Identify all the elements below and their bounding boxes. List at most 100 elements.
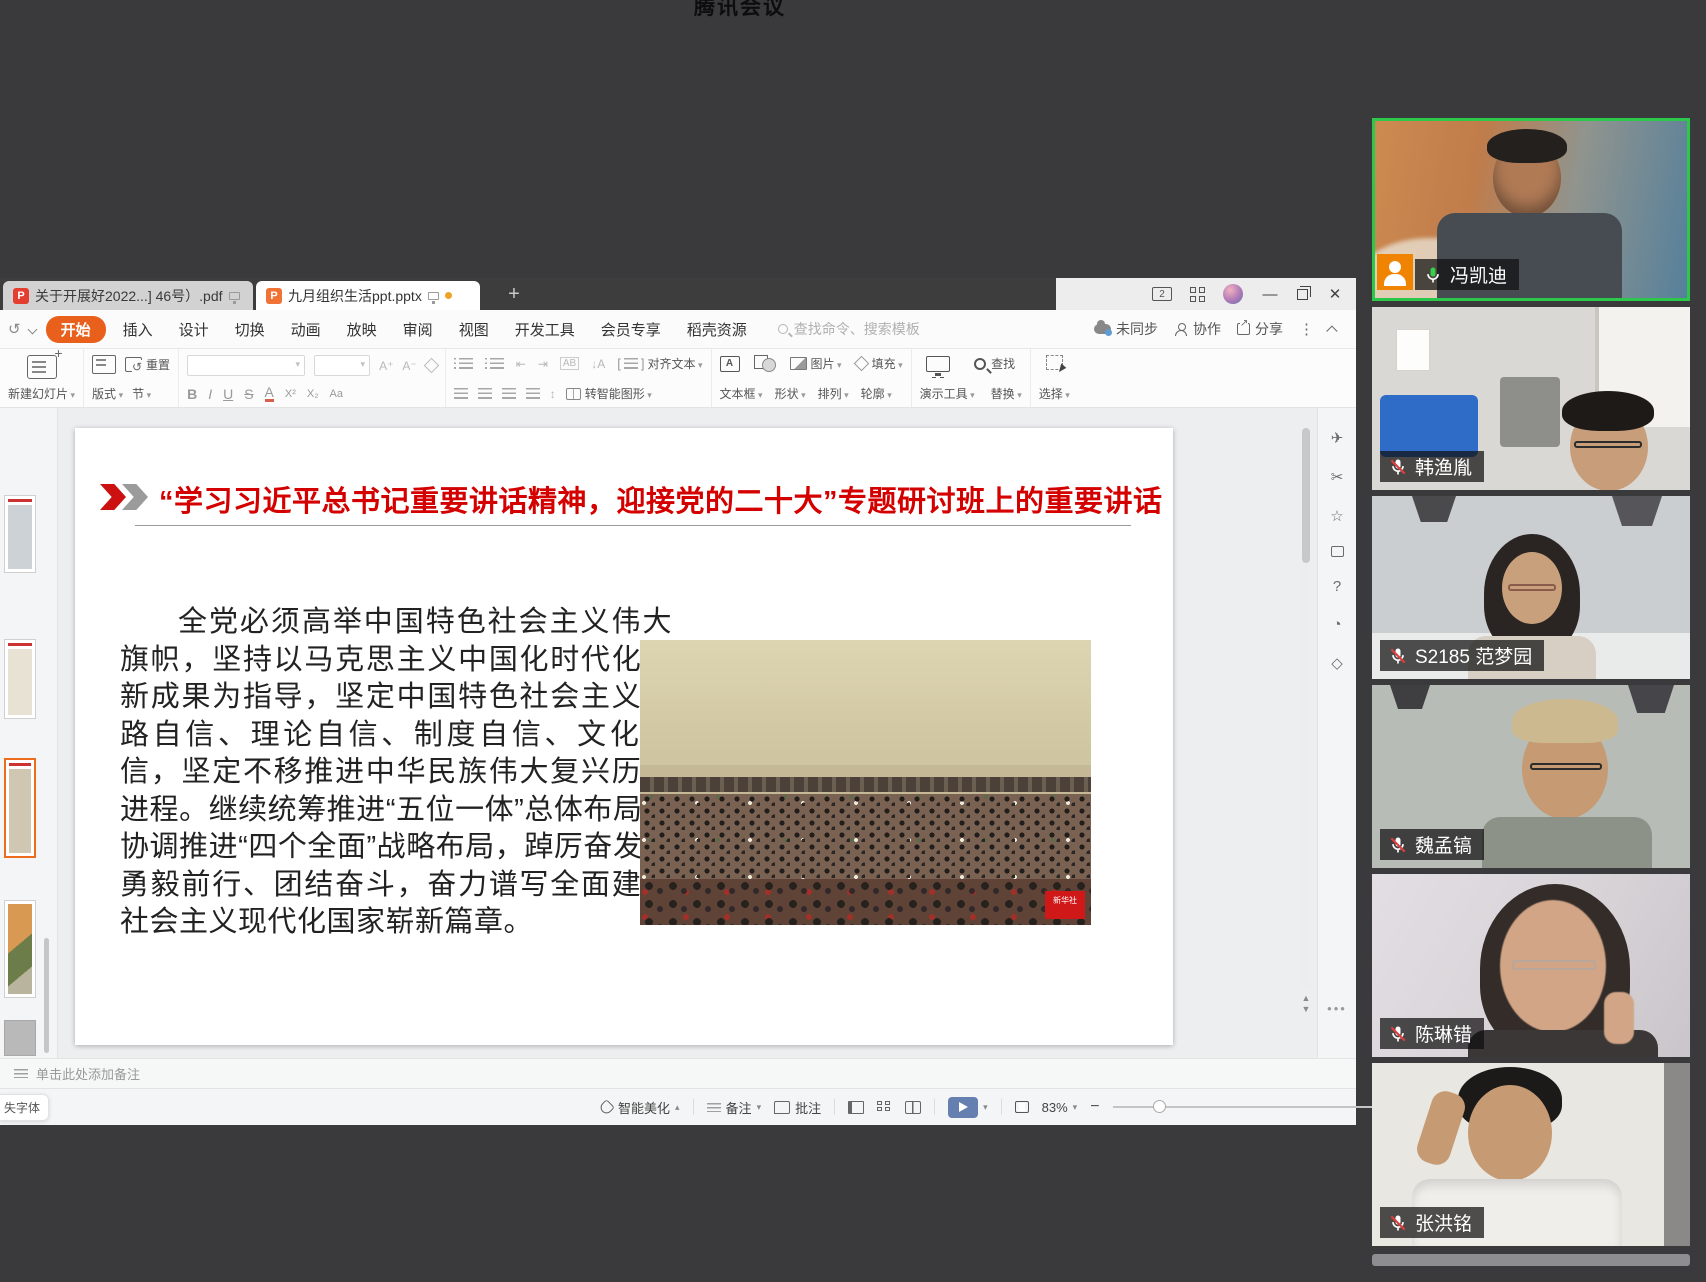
account-avatar[interactable]	[1223, 284, 1243, 304]
collaborate-button[interactable]: 协作	[1174, 319, 1221, 339]
menu-devtools[interactable]: 开发工具	[502, 315, 588, 344]
align-text-button[interactable]: [] 对齐文本	[617, 355, 702, 372]
canvas-scrollbar[interactable]	[1302, 428, 1310, 988]
layout-icon[interactable]	[92, 355, 116, 374]
menu-slideshow[interactable]: 放映	[334, 315, 390, 344]
slide-thumbnail-3-current[interactable]	[4, 758, 36, 858]
window-panel-icon[interactable]	[1331, 546, 1344, 557]
underline-button[interactable]: U	[223, 386, 233, 402]
collapse-ribbon-icon[interactable]	[1326, 325, 1337, 336]
font-color-button[interactable]: A	[265, 386, 274, 402]
font-name-select[interactable]	[187, 355, 305, 376]
comments-button[interactable]: 批注	[774, 1098, 821, 1117]
reading-view-button[interactable]	[905, 1101, 921, 1114]
menu-view[interactable]: 视图	[446, 315, 502, 344]
fit-slide-button[interactable]	[1015, 1101, 1029, 1113]
shapes-icon[interactable]	[754, 355, 776, 372]
menu-design[interactable]: 设计	[166, 315, 222, 344]
align-left-icon[interactable]	[454, 388, 468, 399]
align-center-icon[interactable]	[478, 388, 492, 399]
zoom-slider[interactable]	[1113, 1106, 1383, 1108]
minimize-button[interactable]: —	[1261, 286, 1279, 303]
comment-icon[interactable]: ◔	[1318, 616, 1356, 633]
decrease-indent-icon[interactable]: ⇤	[516, 357, 526, 371]
picture-button[interactable]: 图片	[790, 355, 842, 372]
menu-membership[interactable]: 会员专享	[588, 315, 674, 344]
menu-docer[interactable]: 稻壳资源	[674, 315, 760, 344]
menu-insert[interactable]: 插入	[110, 315, 166, 344]
find-button[interactable]: 查找	[974, 355, 1015, 372]
participant-tile-6[interactable]: 张洪铭	[1372, 1063, 1690, 1246]
line-spacing-icon[interactable]: ↕	[550, 387, 556, 401]
share-button[interactable]: 分享	[1237, 319, 1283, 339]
textbox-button[interactable]: 文本框	[720, 385, 763, 402]
menu-animation[interactable]: 动画	[278, 315, 334, 344]
participant-tile-4[interactable]: 魏孟镐	[1372, 685, 1690, 868]
help-icon[interactable]: ?	[1318, 578, 1356, 595]
select-button[interactable]: 选择	[1039, 385, 1070, 402]
shrink-font-icon[interactable]: A⁻	[402, 359, 416, 373]
italic-button[interactable]: I	[208, 386, 212, 402]
star-icon[interactable]: ☆	[1318, 507, 1356, 525]
command-search[interactable]: 查找命令、搜索模板	[778, 319, 920, 339]
participant-tile-1[interactable]: 冯凯迪	[1372, 118, 1690, 301]
undo-icon[interactable]: ↺	[8, 320, 21, 338]
new-slide-button[interactable]: 新建幻灯片	[8, 385, 75, 402]
scissors-icon[interactable]: ✂	[1318, 468, 1356, 486]
participant-tile-5[interactable]: 陈琳错	[1372, 874, 1690, 1057]
outline-button[interactable]: 轮廓	[861, 385, 892, 402]
align-right-icon[interactable]	[502, 388, 516, 399]
increase-indent-icon[interactable]: ⇥	[538, 357, 548, 371]
arrange-button[interactable]: 排列	[818, 385, 849, 402]
reset-button[interactable]: 重置	[125, 356, 170, 373]
menu-start[interactable]: 开始	[46, 316, 106, 343]
slide-thumbnail-5[interactable]	[4, 1020, 36, 1056]
numbered-list-icon[interactable]	[490, 358, 504, 369]
shield-icon[interactable]: ◇	[1318, 654, 1356, 672]
new-tab-button[interactable]: +	[500, 280, 528, 308]
missing-font-toast[interactable]: 失字体	[0, 1094, 49, 1121]
workspace-grid-icon[interactable]	[1190, 287, 1205, 302]
slide-thumbnail-1[interactable]	[4, 495, 36, 573]
rail-more-icon[interactable]: •••	[1318, 1001, 1356, 1016]
zoom-out-button[interactable]: −	[1090, 1098, 1099, 1116]
normal-view-button[interactable]	[848, 1101, 864, 1114]
section-button[interactable]: 节	[132, 385, 151, 402]
conference-photo[interactable]: 新华社	[640, 640, 1091, 925]
shape-button[interactable]: 形状	[775, 385, 806, 402]
scroll-arrows[interactable]: ▲▼	[1301, 993, 1311, 1015]
strikethrough-button[interactable]: S	[244, 386, 253, 402]
slide-body-text[interactable]: 全党必须高举中国特色社会主义伟大旗帜，坚持以马克思主义中国化时代化最新成果为指导…	[120, 604, 672, 942]
clear-format-icon[interactable]	[423, 358, 439, 374]
layout-button[interactable]: 版式	[92, 385, 123, 402]
sort-icon[interactable]: ↓A	[591, 357, 605, 371]
present-tools-icon[interactable]	[926, 356, 950, 372]
notes-toggle-button[interactable]: 备注 ▾	[707, 1098, 762, 1117]
menu-transition[interactable]: 切换	[222, 315, 278, 344]
superscript-button[interactable]: X²	[285, 388, 296, 400]
align-justify-icon[interactable]	[526, 388, 540, 399]
launch-icon[interactable]: ✈	[1318, 429, 1356, 447]
bold-button[interactable]: B	[187, 386, 197, 402]
change-case-button[interactable]: Aa	[330, 388, 343, 400]
split-window-icon[interactable]: 2	[1152, 287, 1172, 301]
participant-tile-2[interactable]: 韩渔胤	[1372, 307, 1690, 490]
tab-pdf-document[interactable]: P 关于开展好2022...] 46号）.pdf	[3, 281, 253, 310]
present-tools-button[interactable]: 演示工具	[920, 385, 975, 402]
to-smartart-button[interactable]: 转智能图形	[566, 385, 652, 402]
textbox-icon[interactable]: A	[720, 356, 740, 372]
play-slideshow-button[interactable]: ▾	[948, 1097, 988, 1118]
current-slide[interactable]: “学习习近平总书记重要讲话精神，迎接党的二十大”专题研讨班上的重要讲话 全党必须…	[75, 428, 1173, 1045]
thumbnail-scrollbar[interactable]	[44, 938, 49, 1053]
participant-tile-3[interactable]: S2185 范梦园	[1372, 496, 1690, 679]
quickbar-caret-icon[interactable]	[27, 324, 37, 334]
more-menu-icon[interactable]: ⋮	[1299, 320, 1314, 338]
zoom-level[interactable]: 83% ▾	[1042, 1100, 1078, 1115]
tab-ppt-document[interactable]: P 九月组织生活ppt.pptx	[256, 281, 480, 310]
slide-thumbnail-2[interactable]	[4, 639, 36, 719]
slide-title-text[interactable]: “学习习近平总书记重要讲话精神，迎接党的二十大”专题研讨班上的重要讲话	[159, 478, 1149, 520]
new-slide-icon[interactable]	[27, 355, 57, 379]
smart-beautify-button[interactable]: 智能美化 ▴	[600, 1098, 680, 1117]
menu-review[interactable]: 审阅	[390, 315, 446, 344]
font-size-select[interactable]	[314, 355, 370, 376]
